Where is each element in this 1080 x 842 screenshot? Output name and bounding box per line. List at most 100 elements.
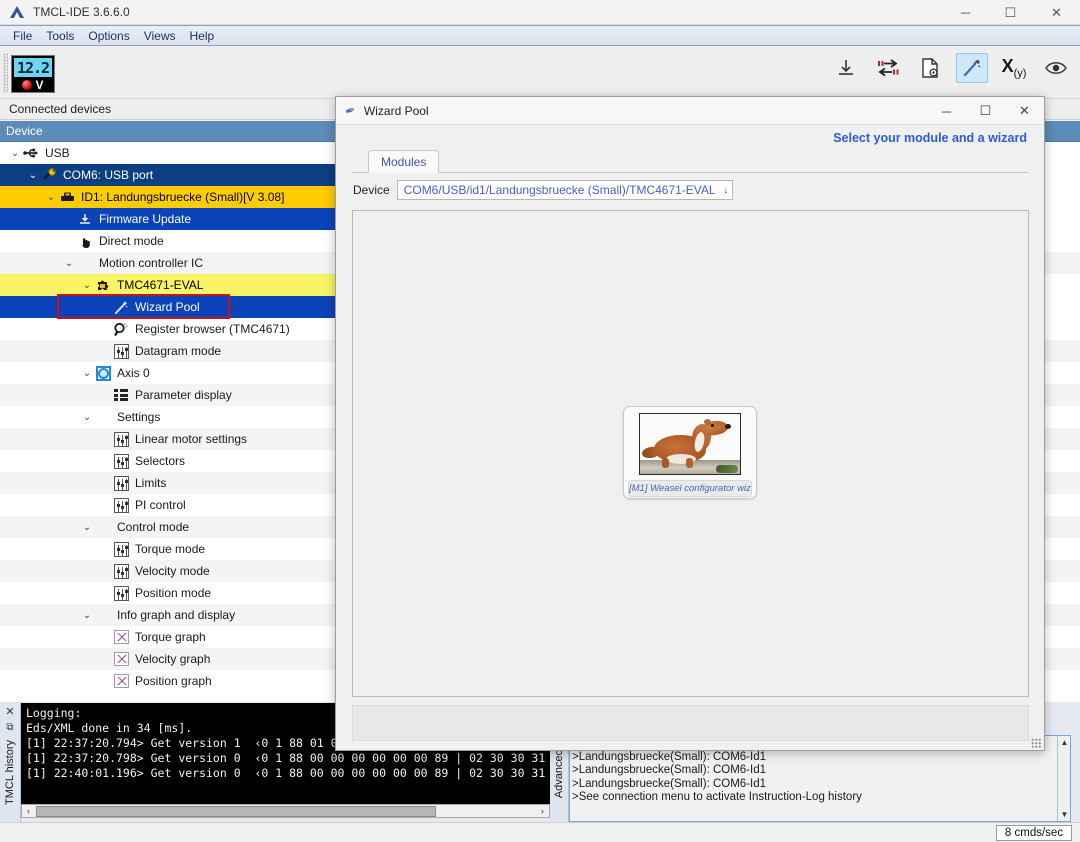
chevron-down-icon[interactable]: ⌄ <box>44 192 58 203</box>
application-window: TMCL-IDE 3.6.6.0 ─ ☐ ✕ File Tools Option… <box>0 0 1080 842</box>
chevron-down-icon[interactable]: ⌄ <box>8 148 22 159</box>
instruction-log-scrollbar[interactable]: ▲ ▼ <box>1057 736 1070 821</box>
menu-help[interactable]: Help <box>183 27 222 45</box>
wizard-canvas[interactable]: [M1] Weasel configurator wiza <box>352 210 1029 697</box>
tree-item-com6-usb-port[interactable]: ⌄ COM6: USB port <box>0 164 335 186</box>
chip-puzzle-icon <box>94 276 112 294</box>
chevron-down-icon[interactable]: ⌄ <box>80 368 94 379</box>
tab-modules[interactable]: Modules <box>368 150 440 173</box>
tree-no-icon <box>76 254 94 272</box>
voltage-unit: V <box>35 78 44 92</box>
window-controls: ─ ☐ ✕ <box>943 0 1080 25</box>
list-icon <box>112 386 130 404</box>
scrollbar-thumb[interactable] <box>36 805 436 817</box>
xy-main-label: X <box>1001 56 1014 77</box>
slider-icon <box>112 474 130 492</box>
minimize-button[interactable]: ─ <box>943 0 988 25</box>
xy-function-icon[interactable]: X(y) <box>998 53 1030 83</box>
dialog-resize-grip[interactable] <box>1031 738 1041 748</box>
chevron-down-icon[interactable]: ⌄ <box>62 258 76 269</box>
voltage-value: 12.2 <box>14 58 52 77</box>
tree-item-label: Firmware Update <box>99 212 192 226</box>
chevron-down-icon[interactable]: ⌄ <box>80 522 94 533</box>
dialog-minimize-button[interactable]: ─ <box>927 97 966 125</box>
close-button[interactable]: ✕ <box>1033 0 1080 25</box>
scroll-down-icon[interactable]: ▼ <box>1058 808 1070 821</box>
console-horizontal-scrollbar[interactable]: ‹ › <box>21 804 550 818</box>
power-led-icon <box>22 80 33 90</box>
tree-item-label: Settings <box>117 410 161 424</box>
tree-item-id1-landungsbruecke-small-v-3-08[interactable]: ⌄ ID1: Landungsbruecke (Small)[V 3.08] <box>0 186 335 208</box>
dialog-footer <box>352 705 1029 741</box>
device-selector-row: Device COM6/USB/id1/Landungsbruecke (Sma… <box>353 180 1044 200</box>
slider-icon <box>112 562 130 580</box>
device-label: Device <box>353 183 390 197</box>
tree-item-tmc4671-eval[interactable]: ⌄ TMC4671-EVAL <box>0 274 335 296</box>
log-line: [1] 22:40:01.196> Get version 0 ‹0 1 88 … <box>26 766 546 780</box>
close-icon[interactable]: ✕ <box>0 702 20 718</box>
main-toolbar: 12.2 V X(y) <box>0 47 1080 99</box>
download-firmware-icon[interactable] <box>830 53 862 83</box>
tree-item-label: Torque graph <box>135 630 206 644</box>
tree-item-label: Wizard Pool <box>135 300 200 314</box>
device-dropdown[interactable]: COM6/USB/id1/Landungsbruecke (Small)/TMC… <box>396 180 734 200</box>
graph-icon <box>112 628 130 646</box>
scroll-right-icon[interactable]: › <box>536 805 549 817</box>
menu-options[interactable]: Options <box>81 27 136 45</box>
tree-item-wizard-pool[interactable]: Wizard Pool <box>0 296 335 318</box>
tree-item-label: Datagram mode <box>135 344 222 358</box>
eye-icon[interactable] <box>1040 53 1072 83</box>
graph-icon <box>112 650 130 668</box>
dialog-maximize-button[interactable]: ☐ <box>966 97 1005 125</box>
tree-item-label: PI control <box>135 498 186 512</box>
slider-icon <box>112 496 130 514</box>
tree-item-label: Info graph and display <box>117 608 236 622</box>
window-titlebar: TMCL-IDE 3.6.6.0 ─ ☐ ✕ <box>0 0 1080 25</box>
tmcl-history-label[interactable]: TMCL history <box>4 740 16 805</box>
slider-icon <box>112 430 130 448</box>
wizard-wand-icon <box>112 298 130 316</box>
toolbar-grip[interactable] <box>3 53 8 93</box>
dialog-titlebar: ✒ Wizard Pool ─ ☐ ✕ <box>336 97 1044 125</box>
scroll-up-icon[interactable]: ▲ <box>1058 736 1070 749</box>
tree-no-icon <box>94 518 112 536</box>
transfer-arrows-icon[interactable] <box>872 53 904 83</box>
board-icon <box>58 188 76 206</box>
chevron-down-icon[interactable]: ⌄ <box>80 610 94 621</box>
scroll-left-icon[interactable]: ‹ <box>22 805 35 817</box>
instruction-log-line: >Landungsbruecke(Small): COM6-Id1 <box>572 777 766 790</box>
tree-no-icon <box>94 408 112 426</box>
document-settings-icon[interactable] <box>914 53 946 83</box>
wizard-wand-icon: ✒ <box>342 101 358 119</box>
tree-item-label: Torque mode <box>135 542 206 556</box>
wizard-card-weasel[interactable]: [M1] Weasel configurator wiza <box>623 406 757 499</box>
tree-item-label: Velocity mode <box>135 564 210 578</box>
instruction-log-line: >Landungsbruecke(Small): COM6-Id1 <box>572 750 766 763</box>
instruction-log-line: >See connection menu to activate Instruc… <box>572 791 862 804</box>
chevron-down-icon: ↓ <box>723 185 729 195</box>
dialog-close-button[interactable]: ✕ <box>1005 97 1044 125</box>
slider-icon <box>112 342 130 360</box>
slider-icon <box>112 540 130 558</box>
port-icon <box>40 166 58 184</box>
magnifier-icon <box>112 320 130 338</box>
maximize-button[interactable]: ☐ <box>988 0 1033 25</box>
usb-icon <box>22 144 40 162</box>
tree-item-label: Register browser (TMC4671) <box>135 322 290 336</box>
menu-file[interactable]: File <box>6 27 39 45</box>
firmware-download-icon <box>76 210 94 228</box>
wizard-pool-dialog: ✒ Wizard Pool ─ ☐ ✕ Select your module a… <box>335 96 1045 751</box>
copy-icon[interactable]: ⧉ <box>0 718 20 733</box>
chevron-down-icon[interactable]: ⌄ <box>80 412 94 423</box>
menu-tools[interactable]: Tools <box>39 27 81 45</box>
voltage-display: 12.2 V <box>11 55 55 93</box>
tree-item-label: Direct mode <box>99 234 164 248</box>
wizard-wand-icon[interactable] <box>956 53 988 83</box>
tree-item-label: Control mode <box>117 520 190 534</box>
cmds-per-sec-indicator: 8 cmds/sec <box>996 825 1072 841</box>
chevron-down-icon[interactable]: ⌄ <box>80 280 94 291</box>
menu-views[interactable]: Views <box>137 27 183 45</box>
chevron-down-icon[interactable]: ⌄ <box>26 170 40 181</box>
tree-item-firmware-update[interactable]: Firmware Update <box>0 208 335 230</box>
log-line: [1] 22:37:20.798> Get version 0 ‹0 1 88 … <box>26 751 546 765</box>
